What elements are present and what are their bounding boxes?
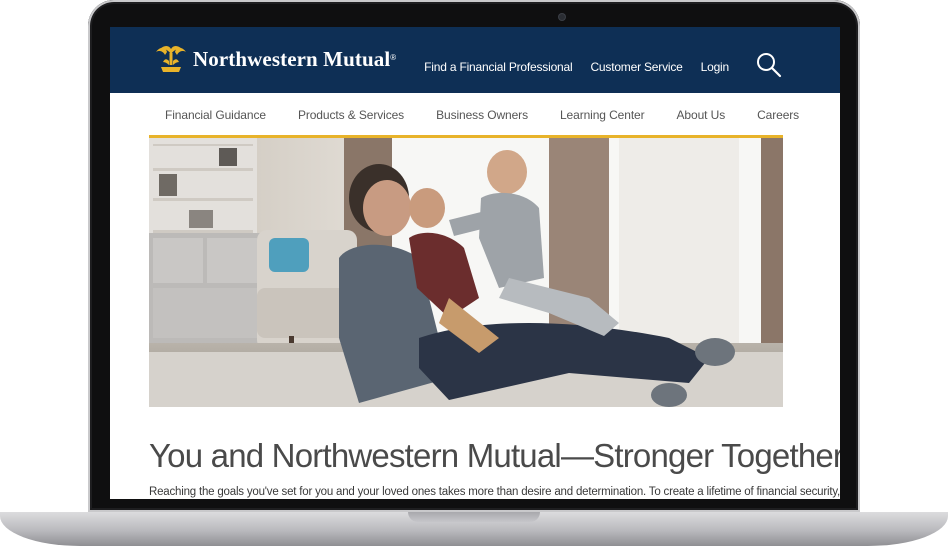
brand-name: Northwestern Mutual <box>193 46 391 71</box>
eagle-emblem-icon <box>156 46 186 72</box>
nav-about-us[interactable]: About Us <box>677 108 726 122</box>
laptop-notch <box>408 512 540 522</box>
nav-business-owners[interactable]: Business Owners <box>436 108 528 122</box>
site-header: Northwestern Mutual ® Find a Financial P… <box>110 27 840 93</box>
nav-careers[interactable]: Careers <box>757 108 799 122</box>
find-professional-link[interactable]: Find a Financial Professional <box>424 60 572 74</box>
login-link[interactable]: Login <box>701 60 730 74</box>
browser-screen: Northwestern Mutual ® Find a Financial P… <box>110 27 840 499</box>
brand-logo[interactable]: Northwestern Mutual ® <box>154 44 396 74</box>
family-playing-photo <box>149 138 783 407</box>
camera-icon <box>559 14 565 20</box>
registered-mark: ® <box>390 52 397 62</box>
nav-financial-guidance[interactable]: Financial Guidance <box>165 108 266 122</box>
page-headline: You and Northwestern Mutual—Stronger Tog… <box>149 437 840 474</box>
utility-links: Find a Financial Professional Customer S… <box>424 60 729 74</box>
intro-paragraph: Reaching the goals you've set for you an… <box>149 486 840 498</box>
hero-image <box>149 138 783 407</box>
main-nav: Financial Guidance Products & Services B… <box>110 93 840 135</box>
nav-products-services[interactable]: Products & Services <box>298 108 404 122</box>
customer-service-link[interactable]: Customer Service <box>590 60 682 74</box>
search-icon[interactable] <box>756 52 782 78</box>
nav-learning-center[interactable]: Learning Center <box>560 108 645 122</box>
